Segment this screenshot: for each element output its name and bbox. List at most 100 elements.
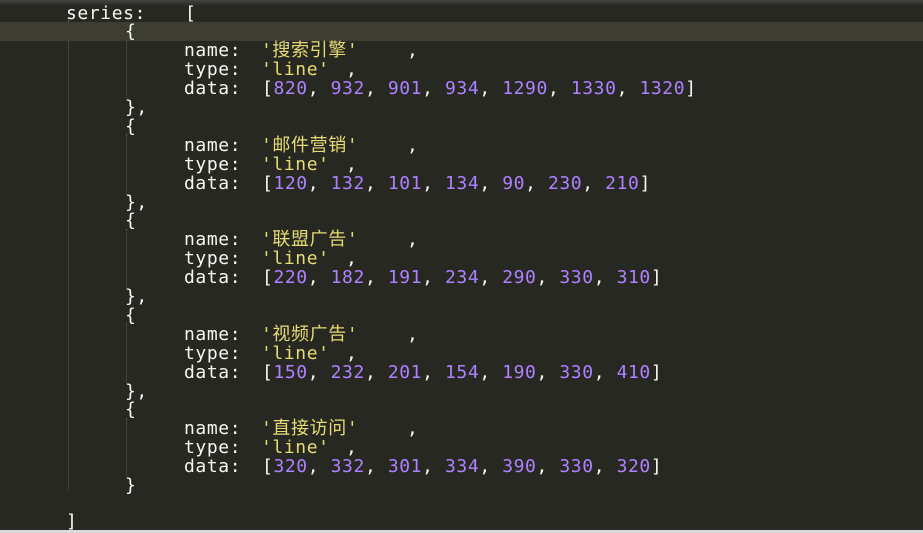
code-line-close-brace[interactable]: } — [0, 476, 923, 495]
code-line-name[interactable]: name: '直接访问', — [0, 419, 923, 438]
data-number: 1330 — [570, 78, 617, 99]
data-key: data: — [184, 173, 242, 194]
comma: , — [593, 267, 617, 288]
data-number: 154 — [445, 362, 480, 383]
data-number: 332 — [330, 456, 365, 477]
data-array: [220, 182, 191, 234, 290, 330, 310] — [262, 268, 662, 287]
name-value: '搜索引擎' — [261, 40, 359, 61]
data-number: 330 — [559, 267, 594, 288]
code-line-close-bracket[interactable]: ] — [0, 512, 923, 531]
code-line-data[interactable]: data: [220, 182, 191, 234, 290, 330, 310] — [0, 268, 923, 287]
data-array: [150, 232, 201, 154, 190, 330, 410] — [262, 363, 662, 382]
item-open-brace: { — [125, 399, 137, 420]
comma: , — [346, 343, 358, 364]
comma: , — [593, 456, 617, 477]
comma: , — [307, 78, 331, 99]
data-open-bracket: [ — [262, 456, 274, 477]
code-line-open-brace[interactable]: { — [0, 211, 923, 230]
code-line-type[interactable]: type: 'line', — [0, 249, 923, 268]
code-line-data[interactable]: data: [120, 132, 101, 134, 90, 230, 210] — [0, 174, 923, 193]
comma: , — [422, 267, 445, 288]
series-close-bracket: ] — [66, 511, 78, 532]
current-line-highlight[interactable]: { — [0, 22, 923, 41]
data-number: 334 — [445, 456, 480, 477]
code-line-data[interactable]: data: [820, 932, 901, 934, 1290, 1330, 13… — [0, 79, 923, 98]
data-open-bracket: [ — [262, 362, 274, 383]
type-value: 'line' — [261, 154, 330, 175]
data-number: 232 — [330, 362, 365, 383]
comma: , — [582, 173, 606, 194]
type-key: type: — [184, 154, 242, 175]
comma: , — [536, 362, 560, 383]
comma: , — [407, 229, 419, 250]
comma: , — [407, 40, 419, 61]
data-number: 90 — [502, 173, 526, 194]
item-open-brace: { — [125, 210, 137, 231]
comma: , — [525, 173, 548, 194]
data-close-bracket: ] — [650, 456, 663, 477]
type-key: type: — [184, 59, 242, 80]
data-array: [320, 332, 301, 334, 390, 330, 320] — [262, 457, 662, 476]
code-line-open-brace[interactable]: { — [0, 117, 923, 136]
type-value: 'line' — [261, 437, 330, 458]
code-line-close-brace[interactable]: }, — [0, 382, 923, 401]
code-line-open-brace[interactable]: { — [0, 400, 923, 419]
data-number: 132 — [330, 173, 365, 194]
data-array: [820, 932, 901, 934, 1290, 1330, 1320] — [262, 79, 697, 98]
comma: , — [479, 456, 503, 477]
code-line-data[interactable]: data: [150, 232, 201, 154, 190, 330, 410] — [0, 363, 923, 382]
data-open-bracket: [ — [262, 267, 274, 288]
comma: , — [364, 78, 388, 99]
data-number: 120 — [273, 173, 308, 194]
code-editor[interactable]: series:[ { name: '搜索引擎', type:'line', data:… — [0, 0, 923, 533]
code-line-name[interactable]: name: '视频广告', — [0, 325, 923, 344]
data-number: 330 — [559, 456, 594, 477]
type-key: type: — [184, 343, 242, 364]
data-number: 201 — [387, 362, 423, 383]
code-line-type[interactable]: type: 'line', — [0, 438, 923, 457]
comma: , — [346, 437, 358, 458]
comma: , — [422, 456, 445, 477]
name-value: '邮件营销' — [261, 135, 359, 156]
type-key: type: — [184, 437, 242, 458]
name-key: name: — [184, 40, 242, 61]
comma: , — [346, 154, 358, 175]
data-number: 310 — [616, 267, 651, 288]
code-line-close-brace[interactable]: }, — [0, 193, 923, 212]
data-number: 150 — [273, 362, 308, 383]
code-line-name[interactable]: name: '邮件营销', — [0, 136, 923, 155]
code-line-close-brace[interactable]: }, — [0, 287, 923, 306]
code-line-type[interactable]: type: 'line', — [0, 155, 923, 174]
comma: , — [479, 267, 503, 288]
data-key: data: — [184, 456, 242, 477]
item-close-brace: }, — [125, 286, 148, 307]
data-key: data: — [184, 267, 242, 288]
data-number: 410 — [616, 362, 651, 383]
data-number: 234 — [445, 267, 480, 288]
code-line-name[interactable]: name: '搜索引擎', — [0, 41, 923, 60]
data-number: 1290 — [502, 78, 548, 99]
comma: , — [307, 267, 331, 288]
data-number: 1320 — [639, 78, 686, 99]
comma: , — [536, 267, 560, 288]
comma: , — [346, 59, 358, 80]
code-line-data[interactable]: data: [320, 332, 301, 334, 390, 330, 320] — [0, 457, 923, 476]
data-number: 820 — [273, 78, 308, 99]
comma: , — [422, 173, 445, 194]
code-line-type[interactable]: type: 'line', — [0, 60, 923, 79]
data-open-bracket: [ — [262, 78, 274, 99]
comma: , — [536, 456, 560, 477]
code-line-type[interactable]: type: 'line', — [0, 344, 923, 363]
comma: , — [547, 78, 571, 99]
data-key: data: — [184, 362, 242, 383]
code-line-close-brace[interactable]: }, — [0, 98, 923, 117]
comma: , — [364, 173, 388, 194]
data-number: 220 — [273, 267, 308, 288]
comma: , — [422, 78, 445, 99]
data-open-bracket: [ — [262, 173, 274, 194]
code-line-series[interactable]: series:[ — [0, 4, 923, 23]
code-line-open-brace[interactable]: { — [0, 306, 923, 325]
data-key: data: — [184, 78, 242, 99]
code-line-name[interactable]: name: '联盟广告', — [0, 230, 923, 249]
comma: , — [364, 267, 388, 288]
